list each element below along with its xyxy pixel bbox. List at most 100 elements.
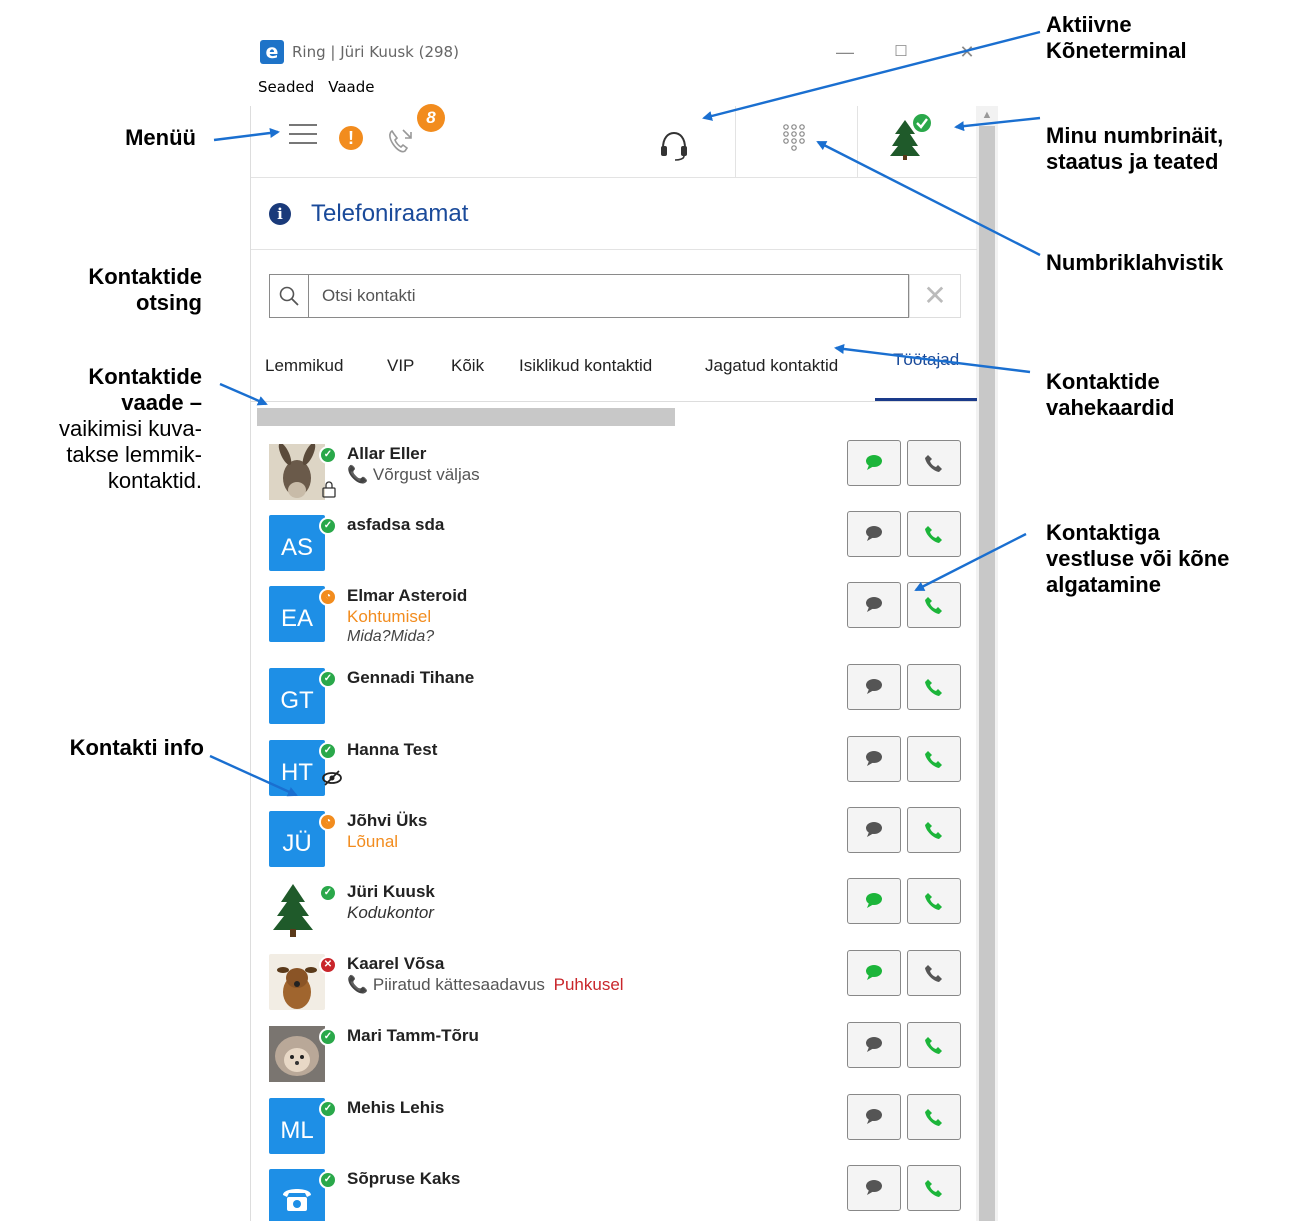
search-divider	[308, 275, 309, 317]
my-status-icon	[911, 112, 933, 134]
contact-avatar: GT	[269, 668, 325, 724]
info-icon[interactable]: i	[269, 203, 291, 225]
contact-name: Gennadi Tihane	[347, 668, 475, 687]
active-tab-underline	[875, 398, 977, 401]
contact-name: Hanna Test	[347, 740, 438, 759]
status-available-icon: ✓	[319, 884, 337, 902]
call-button[interactable]	[907, 1165, 961, 1211]
contact-tabs: Lemmikud VIP Kõik Isiklikud kontaktid Ja…	[251, 342, 977, 402]
tab-jagatud-kontaktid[interactable]: Jagatud kontaktid	[705, 356, 838, 376]
chat-button[interactable]	[847, 664, 901, 710]
app-logo-icon: e	[260, 40, 284, 64]
status-away-icon: ◔	[319, 588, 337, 606]
contact-row[interactable]: ✕ Kaarel Võsa 📞 Piiratud kättesaadavus P…	[251, 950, 977, 1021]
menu-seaded[interactable]: Seaded	[258, 78, 314, 96]
dialpad-icon[interactable]	[781, 122, 809, 156]
annotation-chat-call: Kontaktiga vestluse või kõne algatamine	[1046, 520, 1230, 597]
contact-name: Mehis Lehis	[347, 1098, 445, 1117]
profile-avatar[interactable]	[889, 112, 933, 160]
phone-tile-icon	[269, 1169, 325, 1221]
contact-row[interactable]: GT ✓ Gennadi Tihane	[251, 664, 977, 735]
contact-status-line: 📞 Piiratud kättesaadavus Puhkusel	[347, 975, 624, 995]
contact-row[interactable]: AS ✓ asfadsa sda	[251, 511, 977, 582]
call-button[interactable]	[907, 950, 961, 996]
call-button[interactable]	[907, 582, 961, 628]
call-button[interactable]	[907, 736, 961, 782]
scroll-up-icon[interactable]: ▲	[976, 106, 998, 124]
contact-name: Sõpruse Kaks	[347, 1169, 461, 1188]
annotation-contact-search: Kontaktide otsing	[88, 264, 202, 315]
chat-button[interactable]	[847, 1165, 901, 1211]
status-available-icon: ✓	[319, 517, 337, 535]
contact-name: Kaarel Võsa	[347, 954, 445, 973]
contact-row[interactable]: ✓ Mari Tamm-Tõru	[251, 1022, 977, 1093]
contact-avatar: ML	[269, 1098, 325, 1154]
annotation-contact-view: Kontaktide vaade – vaikimisi kuva- takse …	[58, 364, 202, 493]
contact-photo-donkey	[269, 442, 325, 500]
tab-tootajad[interactable]: Töötajad	[893, 350, 959, 370]
status-away-icon: ◔	[319, 813, 337, 831]
contact-avatar: AS	[269, 515, 325, 571]
annotation-dialpad: Numbriklahvistik	[1046, 250, 1224, 275]
search-input[interactable]	[322, 275, 892, 317]
minimize-button[interactable]: —	[830, 38, 860, 66]
annotation-contact-info: Kontakti info	[69, 735, 204, 760]
contact-row[interactable]: JÜ ◔ Jõhvi Üks Lõunal	[251, 807, 977, 878]
call-button[interactable]	[907, 807, 961, 853]
contact-absence-text: Puhkusel	[553, 975, 624, 994]
phone-icon: 📞	[347, 465, 369, 484]
chat-button[interactable]	[847, 440, 901, 486]
tabs-scrollbar[interactable]	[257, 408, 675, 426]
vertical-scrollbar[interactable]: ▲	[976, 106, 998, 1221]
tab-lemmikud[interactable]: Lemmikud	[265, 356, 343, 376]
call-button[interactable]	[907, 1022, 961, 1068]
chat-button[interactable]	[847, 807, 901, 853]
contact-avatar: HT	[269, 740, 325, 796]
contact-row[interactable]: ML ✓ Mehis Lehis	[251, 1094, 977, 1165]
tab-vip[interactable]: VIP	[387, 356, 414, 376]
search-box	[269, 274, 909, 318]
contact-status-text: Lõunal	[347, 832, 399, 851]
call-button[interactable]	[907, 664, 961, 710]
contact-name: Elmar Asteroid	[347, 586, 468, 605]
scrollbar-thumb[interactable]	[979, 126, 995, 1221]
call-button[interactable]	[907, 1094, 961, 1140]
chat-button[interactable]	[847, 582, 901, 628]
contact-row[interactable]: ✓ Jüri Kuusk Kodukontor	[251, 878, 977, 949]
tab-isiklikud-kontaktid[interactable]: Isiklikud kontaktid	[519, 356, 652, 376]
contact-row[interactable]: HT ✓ Hanna Test	[251, 736, 977, 807]
chat-button[interactable]	[847, 511, 901, 557]
annotation-contact-tabs: Kontaktide vahekaardid	[1046, 369, 1175, 420]
contact-row[interactable]: ✓ Allar Eller 📞 Võrgust väljas	[251, 440, 977, 511]
status-available-icon: ✓	[319, 446, 337, 464]
maximize-button[interactable]: ☐	[886, 38, 916, 66]
chat-button[interactable]	[847, 950, 901, 996]
close-button[interactable]: ✕	[952, 38, 982, 66]
contact-row[interactable]: ✓ Sõpruse Kaks	[251, 1165, 977, 1221]
headset-icon[interactable]	[657, 128, 691, 162]
call-button[interactable]	[907, 511, 961, 557]
chat-button[interactable]	[847, 736, 901, 782]
toolbar: ! 8	[251, 104, 977, 178]
status-available-icon: ✓	[319, 1028, 337, 1046]
chat-button[interactable]	[847, 878, 901, 924]
tab-koik[interactable]: Kõik	[451, 356, 484, 376]
contact-row[interactable]: EA ◔ Elmar Asteroid Kohtumisel Mida?Mida…	[251, 582, 977, 653]
chat-button[interactable]	[847, 1022, 901, 1068]
clear-search-button[interactable]: ✕	[909, 274, 961, 318]
alert-icon[interactable]: !	[339, 126, 363, 150]
section-header: i Telefoniraamat	[251, 178, 977, 250]
call-button[interactable]	[907, 440, 961, 486]
status-busy-icon: ✕	[319, 956, 337, 974]
contact-name: asfadsa sda	[347, 515, 445, 534]
search-icon	[278, 285, 300, 307]
section-title: Telefoniraamat	[311, 200, 469, 227]
contact-name: Allar Eller	[347, 444, 427, 463]
chat-button[interactable]	[847, 1094, 901, 1140]
phone-icon: 📞	[347, 975, 369, 994]
missed-calls-icon[interactable]	[383, 124, 417, 158]
menu-vaade[interactable]: Vaade	[328, 78, 374, 96]
toolbar-divider	[735, 106, 736, 178]
call-button[interactable]	[907, 878, 961, 924]
hamburger-icon[interactable]	[289, 124, 317, 148]
